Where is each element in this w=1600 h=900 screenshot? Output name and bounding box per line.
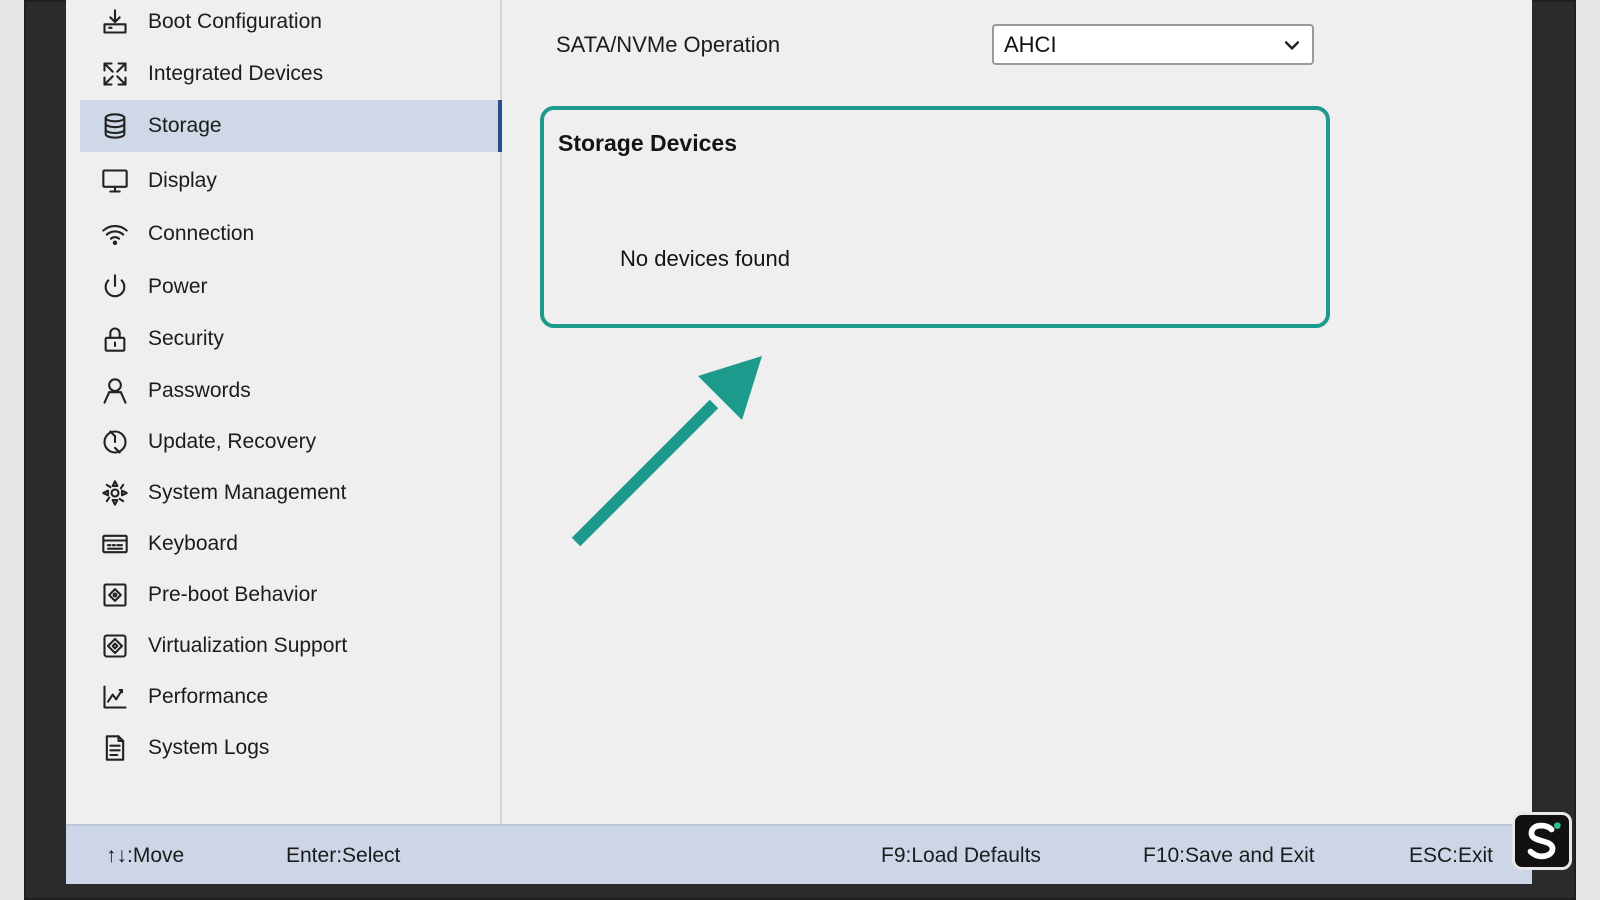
sidebar-item-label: Connection [148,222,255,245]
annotation-arrow-icon [571,356,762,547]
sata-nvme-operation-select[interactable]: AHCI [992,24,1314,65]
preboot-icon [100,580,130,610]
sidebar-item-system-management[interactable]: System Management [80,467,502,519]
hint-save-and-exit[interactable]: F10:Save and Exit [1143,844,1315,868]
sidebar: Boot Configuration Integrated Devices St… [66,0,502,824]
sidebar-item-label: Pre-boot Behavior [148,583,318,606]
update-icon [100,427,130,457]
hint-select: Enter:Select [286,844,401,867]
sidebar-item-performance[interactable]: Performance [80,671,502,723]
key-hints-footer: ↑↓:Move Enter:Select F9:Load Defaults F1… [66,824,1532,884]
power-icon [100,272,130,302]
sidebar-item-label: Performance [148,685,269,708]
system-management-icon [100,478,130,508]
user-icon [100,376,130,406]
sidebar-item-label: System Management [148,481,347,504]
main-panel: SATA/NVMe Operation AHCI Storage Devices… [504,0,1532,824]
storage-devices-panel: Storage Devices No devices found [540,106,1330,328]
sidebar-item-label: Security [148,327,224,350]
hint-load-defaults[interactable]: F9:Load Defaults [881,844,1041,868]
monitor-icon [100,166,130,196]
sidebar-item-pre-boot-behavior[interactable]: Pre-boot Behavior [80,569,502,621]
sidebar-item-update-recovery[interactable]: Update, Recovery [80,416,502,468]
sidebar-item-label: Integrated Devices [148,62,324,85]
sidebar-item-storage[interactable]: Storage [80,100,502,152]
sidebar-item-label: System Logs [148,736,270,759]
bios-screen: Boot Configuration Integrated Devices St… [66,0,1532,884]
corner-logo-icon [1512,812,1572,870]
hint-exit[interactable]: ESC:Exit [1409,844,1493,868]
sidebar-item-security[interactable]: Security [80,313,502,365]
sidebar-item-label: Update, Recovery [148,430,317,453]
database-icon [100,111,130,141]
chevron-down-icon [1284,41,1300,50]
sidebar-item-label: Display [148,169,217,192]
sidebar-item-keyboard[interactable]: Keyboard [80,518,502,570]
keyboard-icon [100,529,130,559]
storage-devices-title: Storage Devices [558,130,737,156]
wifi-icon [100,219,130,249]
sidebar-item-label: Storage [148,114,222,137]
sidebar-item-power[interactable]: Power [80,261,502,313]
sidebar-item-label: Power [148,275,208,298]
sidebar-item-system-logs[interactable]: System Logs [80,722,502,774]
lock-icon [100,324,130,354]
logs-icon [100,733,130,763]
sidebar-item-passwords[interactable]: Passwords [80,365,502,417]
sidebar-item-label: Keyboard [148,532,238,555]
sidebar-item-display[interactable]: Display [80,155,502,207]
no-devices-message: No devices found [620,246,790,271]
integrated-devices-icon [100,59,130,89]
performance-icon [100,682,130,712]
virtualization-icon [100,631,130,661]
sata-nvme-operation-label: SATA/NVMe Operation [556,32,781,57]
boot-icon [100,7,130,37]
sidebar-item-integrated-devices[interactable]: Integrated Devices [80,48,502,100]
sidebar-item-label: Virtualization Support [148,634,348,657]
sidebar-item-connection[interactable]: Connection [80,208,502,260]
hint-move: ↑↓:Move [106,844,185,867]
sidebar-item-label: Boot Configuration [148,10,322,33]
sidebar-item-label: Passwords [148,379,251,402]
sidebar-item-boot-configuration[interactable]: Boot Configuration [80,0,502,48]
select-value: AHCI [1004,31,1057,57]
sidebar-item-virtualization-support[interactable]: Virtualization Support [80,620,502,672]
